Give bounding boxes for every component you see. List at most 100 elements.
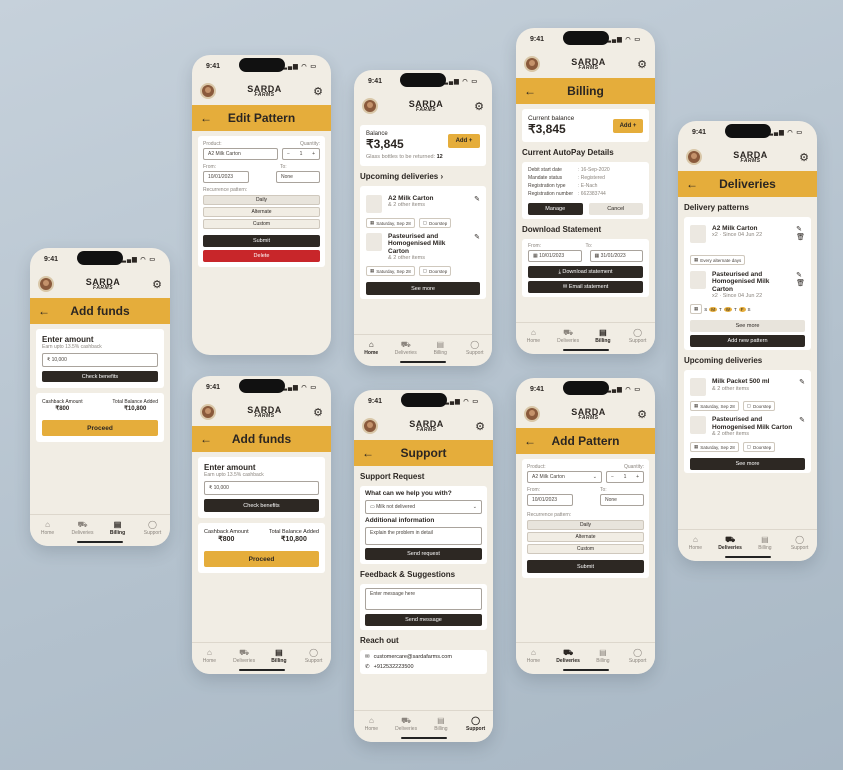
- gear-icon[interactable]: ⚙: [313, 85, 323, 98]
- header: SARDA FARMS ⚙: [354, 92, 492, 120]
- nav-home[interactable]: ⌂ Home: [33, 520, 63, 546]
- list-item[interactable]: A2 Milk Carton x2 · Since 04 Jun 22 ✎ 🗑: [690, 220, 805, 248]
- avatar[interactable]: [686, 149, 702, 165]
- back-arrow-icon[interactable]: ←: [200, 432, 220, 446]
- message-textarea[interactable]: Enter message here: [365, 588, 482, 610]
- nav-home[interactable]: ⌂ Home: [356, 716, 386, 742]
- custom-option[interactable]: Custom: [203, 219, 320, 229]
- avatar[interactable]: [362, 418, 378, 434]
- edit-icon[interactable]: ✎ 🗑: [796, 225, 805, 243]
- delete-button[interactable]: Delete: [203, 250, 320, 262]
- edit-icon[interactable]: ✎ 🗑: [796, 271, 805, 299]
- product-select[interactable]: A2 Milk Carton ⌄: [527, 471, 602, 483]
- edit-icon[interactable]: ✎: [799, 378, 805, 396]
- gear-icon[interactable]: ⚙: [637, 408, 647, 421]
- see-more-button[interactable]: See more: [366, 282, 480, 296]
- nav-support[interactable]: ◯ Support: [623, 328, 653, 354]
- avatar[interactable]: [200, 404, 216, 420]
- phone-link[interactable]: +912532223500: [374, 664, 414, 670]
- amount-input[interactable]: ₹ 10,000: [204, 481, 319, 495]
- custom-option[interactable]: Custom: [527, 544, 644, 554]
- quantity-stepper[interactable]: −1 +: [282, 148, 320, 160]
- to-date-field[interactable]: ▦ 31/01/2023: [589, 250, 643, 262]
- gear-icon[interactable]: ⚙: [474, 100, 484, 113]
- nav-home[interactable]: ⌂ Home: [518, 648, 548, 674]
- back-arrow-icon[interactable]: ←: [200, 111, 220, 125]
- cancel-button[interactable]: Cancel: [588, 203, 643, 215]
- list-item[interactable]: A2 Milk Carton & 2 other items ✎: [366, 190, 480, 218]
- list-item[interactable]: Pasteurised and Homogenised Milk Carton &…: [690, 411, 805, 442]
- nav-support[interactable]: ◯ Support: [461, 716, 491, 742]
- back-arrow-icon[interactable]: ←: [524, 434, 544, 448]
- edit-icon[interactable]: ✎: [474, 195, 480, 213]
- email-link[interactable]: customercare@sardafarms.com: [374, 654, 452, 660]
- nav-support[interactable]: ◯ Support: [138, 520, 168, 546]
- logo: SARDA FARMS: [409, 418, 444, 433]
- gear-icon[interactable]: ⚙: [637, 58, 647, 71]
- from-date-field[interactable]: 10/01/2023: [203, 171, 249, 183]
- to-date-field[interactable]: None: [600, 494, 644, 506]
- amount-card: Enter amount Earn upto 13.5% cashback ₹ …: [36, 329, 164, 388]
- avatar[interactable]: [200, 83, 216, 99]
- details-textarea[interactable]: Explain the problem in detail: [365, 527, 482, 545]
- submit-button[interactable]: Submit: [203, 235, 320, 247]
- proceed-button[interactable]: Proceed: [42, 420, 158, 436]
- product-select[interactable]: A2 Milk Carton: [203, 148, 278, 160]
- back-arrow-icon[interactable]: ←: [38, 304, 58, 318]
- avatar[interactable]: [38, 276, 54, 292]
- check-benefits-button[interactable]: Check benefits: [42, 371, 158, 382]
- back-arrow-icon[interactable]: ←: [524, 84, 544, 98]
- to-date-field[interactable]: None: [276, 171, 320, 183]
- nav-home[interactable]: ⌂ Home: [518, 328, 548, 354]
- from-date-field[interactable]: ▦ 10/01/2023: [528, 250, 582, 262]
- avatar[interactable]: [362, 98, 378, 114]
- daily-option[interactable]: Daily: [527, 520, 644, 530]
- list-item[interactable]: Milk Packet 500 ml & 2 other items ✎: [690, 373, 805, 401]
- edit-icon[interactable]: ✎: [799, 416, 805, 437]
- nav-support[interactable]: ◯ Support: [623, 648, 653, 674]
- download-statement-button[interactable]: ⤓ Download statement: [528, 266, 643, 278]
- email-statement-button[interactable]: ✉ Email statement: [528, 281, 643, 293]
- nav-home[interactable]: ⌂ Home: [356, 340, 386, 366]
- edit-icon[interactable]: ✎: [474, 233, 480, 261]
- back-arrow-icon[interactable]: ←: [686, 177, 706, 191]
- send-message-button[interactable]: Send message: [365, 614, 482, 626]
- add-funds-button[interactable]: Add +: [448, 134, 480, 148]
- check-benefits-button[interactable]: Check benefits: [204, 499, 319, 512]
- pattern-form: Product: Quantity: A2 Milk Carton −1 + From…: [198, 136, 325, 267]
- list-item[interactable]: Pasteurised and Homogenised Milk Carton x…: [690, 266, 805, 304]
- page-title: Deliveries: [719, 177, 776, 191]
- issue-select[interactable]: ▭ Milk not delivered ⌄: [365, 500, 482, 514]
- status-bar: 9:41 ▂▄▆ ◠ ▭: [516, 28, 655, 50]
- see-more-deliveries-button[interactable]: See more: [690, 458, 805, 471]
- list-item[interactable]: Pasteurised and Homogenised Milk Carton &…: [366, 228, 480, 266]
- daily-option[interactable]: Daily: [203, 195, 320, 205]
- nav-home[interactable]: ⌂ Home: [680, 535, 710, 561]
- gear-icon[interactable]: ⚙: [152, 278, 162, 291]
- amount-input[interactable]: ₹ 10,000: [42, 353, 158, 367]
- gear-icon[interactable]: ⚙: [799, 151, 809, 164]
- nav-support[interactable]: ◯ Support: [460, 340, 490, 366]
- upcoming-deliveries-link[interactable]: Upcoming deliveries ›: [360, 172, 486, 181]
- nav-support[interactable]: ◯ Support: [785, 535, 815, 561]
- see-more-button[interactable]: See more: [690, 320, 805, 333]
- avatar[interactable]: [524, 56, 540, 72]
- alternate-option[interactable]: Alternate: [527, 532, 644, 542]
- add-funds-button[interactable]: Add +: [613, 118, 643, 133]
- from-date-field[interactable]: 10/01/2023: [527, 494, 573, 506]
- nav-home[interactable]: ⌂ Home: [194, 648, 224, 674]
- send-request-button[interactable]: Send request: [365, 548, 482, 560]
- gear-icon[interactable]: ⚙: [313, 406, 323, 419]
- submit-button[interactable]: Submit: [527, 560, 644, 573]
- alternate-option[interactable]: Alternate: [203, 207, 320, 217]
- gear-icon[interactable]: ⚙: [475, 420, 485, 433]
- status-bar: 9:41 ▂▄▆ ◠ ▭: [354, 70, 492, 92]
- nav-support[interactable]: ◯ Support: [299, 648, 329, 674]
- proceed-button[interactable]: Proceed: [204, 551, 319, 567]
- add-new-pattern-button[interactable]: Add new pattern: [690, 335, 805, 348]
- back-arrow-icon[interactable]: ←: [362, 446, 382, 460]
- balance-value: ₹3,845: [366, 137, 404, 151]
- quantity-stepper[interactable]: −1 +: [606, 471, 644, 483]
- avatar[interactable]: [524, 406, 540, 422]
- manage-button[interactable]: Manage: [528, 203, 583, 215]
